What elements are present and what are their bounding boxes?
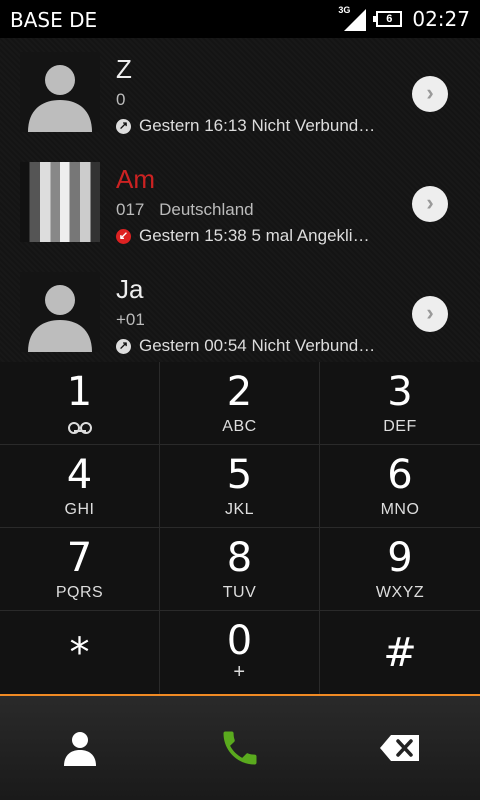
outgoing-call-icon: ↗ [116,118,131,134]
key-digit: 9 [387,535,413,581]
contact-avatar[interactable] [20,52,100,132]
call-detail-text: Gestern 15:38 5 mal Angekli… [139,226,370,245]
contact-number: 017 Deutschland [116,200,254,220]
dialpad-key-0[interactable]: 0 + [160,611,320,694]
call-button[interactable] [160,696,320,800]
delete-digit-button[interactable] [320,696,480,800]
call-detail-text: Gestern 16:13 Nicht Verbund… [139,116,376,135]
missed-call-icon: ↙ [116,228,131,244]
number-location: Deutschland [159,200,254,219]
key-digit: 6 [387,452,413,498]
key-letters: PQRS [55,584,104,601]
dialpad-key-3[interactable]: 3 DEF [320,362,480,445]
key-digit: 3 [387,369,413,415]
key-digit: # [383,630,417,676]
dialpad-key-9[interactable]: 9 WXYZ [320,528,480,611]
person-silhouette-icon [28,285,92,352]
call-details-chevron-icon[interactable]: › [412,186,448,222]
dialpad-key-6[interactable]: 6 MNO [320,445,480,528]
contact-name: Am [116,164,155,194]
key-letters: WXYZ [375,584,425,601]
key-digit: 0 [226,618,253,664]
key-digit: 2 [226,369,253,415]
key-letters: TUV [222,584,257,601]
status-icons: 3G 6 02:27 [338,5,470,32]
battery-level: 6 [386,13,393,25]
key-digit: 1 [66,369,93,415]
person-silhouette-icon [28,65,92,132]
carrier-name: BASE DE [10,8,98,32]
person-icon [64,732,96,766]
contact-avatar[interactable] [20,162,100,242]
key-letters: MNO [380,501,420,518]
key-letters: + [233,661,246,683]
key-digit: 4 [66,452,93,498]
backspace-icon [380,735,419,761]
battery-icon: 6 [373,11,403,27]
key-letters: DEF [383,418,417,435]
voicemail-icon [68,422,92,434]
contact-name: Ja [116,274,144,304]
call-detail: ↙ Gestern 15:38 5 mal Angekli… [116,226,370,246]
call-detail-text: Gestern 00:54 Nicht Verbund… [139,336,376,355]
key-digit: * [69,630,90,676]
dialpad-key-star[interactable]: * [0,611,160,694]
call-details-chevron-icon[interactable]: › [412,296,448,332]
key-letters: GHI [64,501,95,518]
phone-number: 0 [116,90,126,109]
contact-avatar[interactable] [20,272,100,352]
status-bar: BASE DE 3G 6 02:27 [0,0,480,38]
call-details-chevron-icon[interactable]: › [412,76,448,112]
dialpad-key-7[interactable]: 7 PQRS [0,528,160,611]
dialpad-key-4[interactable]: 4 GHI [0,445,160,528]
signal-icon: 3G [338,5,367,31]
call-detail: ↗ Gestern 16:13 Nicht Verbund… [116,116,375,136]
dialpad-key-2[interactable]: 2 ABC [160,362,320,445]
call-log-item[interactable]: Z 0 ↗ Gestern 16:13 Nicht Verbund… › [0,38,480,148]
contacts-button[interactable] [0,696,160,800]
dialpad: 1 2 ABC 3 DEF 4 GHI 5 JKL 6 MNO 7 PQRS 8… [0,362,480,694]
key-letters: JKL [224,501,255,518]
phone-number: +01 [116,310,145,329]
call-log-item[interactable]: Ja +01 ↗ Gestern 00:54 Nicht Verbund… › [0,258,480,368]
phone-icon [223,731,257,765]
contact-number: +01 [116,310,155,330]
contact-name: Z [116,54,132,84]
key-letters: ABC [222,418,257,435]
dialpad-key-1[interactable]: 1 [0,362,160,445]
call-detail: ↗ Gestern 00:54 Nicht Verbund… [116,336,375,356]
clock: 02:27 [412,7,470,31]
dialpad-key-8[interactable]: 8 TUV [160,528,320,611]
outgoing-call-icon: ↗ [116,338,131,354]
call-log-item[interactable]: Am 017 Deutschland ↙ Gestern 15:38 5 mal… [0,148,480,258]
key-digit: 5 [226,452,253,498]
dialer-action-bar [0,694,480,800]
phone-number: 017 [116,200,145,219]
contact-number: 0 [116,90,135,110]
key-digit: 7 [66,535,93,581]
dialpad-key-hash[interactable]: # [320,611,480,694]
dialpad-key-5[interactable]: 5 JKL [160,445,320,528]
key-digit: 8 [226,535,253,581]
